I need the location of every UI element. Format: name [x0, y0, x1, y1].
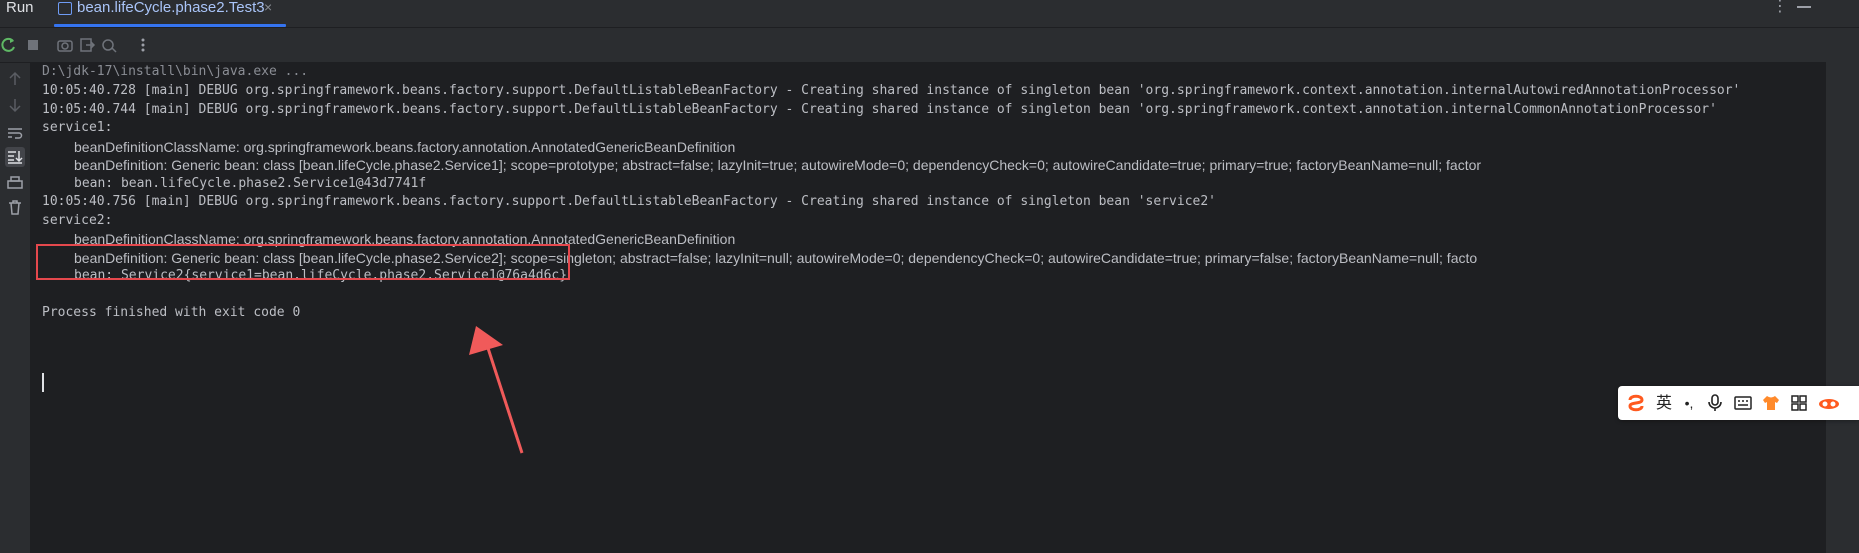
scroll-to-end-icon[interactable]	[5, 147, 25, 167]
run-config-icon	[58, 2, 72, 15]
options-menu-icon[interactable]: ⋮	[1772, 0, 1788, 15]
output-line: service2:	[42, 213, 113, 228]
restart-debug-icon[interactable]	[100, 36, 118, 54]
right-strip	[1826, 28, 1859, 553]
rerun-icon[interactable]	[0, 36, 18, 54]
console-output[interactable]: D:\jdk-17\install\bin\java.exe ... 10:05…	[31, 63, 1826, 553]
keyboard-icon[interactable]	[1732, 392, 1754, 414]
mic-icon[interactable]	[1704, 392, 1726, 414]
screenshot-icon[interactable]	[56, 36, 74, 54]
command-line: D:\jdk-17\install\bin\java.exe ...	[42, 64, 309, 79]
down-arrow-icon[interactable]	[5, 95, 25, 115]
soft-wrap-icon[interactable]	[5, 123, 25, 143]
more-icon[interactable]	[134, 36, 152, 54]
print-icon[interactable]	[5, 173, 25, 193]
grid-icon[interactable]	[1788, 392, 1810, 414]
hide-window-icon[interactable]	[1797, 6, 1811, 8]
exit-status-line: Process finished with exit code 0	[42, 305, 301, 320]
log-line: 10:05:40.756 [main] DEBUG org.springfram…	[42, 194, 1216, 209]
tool-window-header: Run bean.lifeCycle.phase2.Test3 × ⋮	[0, 0, 1859, 28]
run-toolbar	[0, 28, 1826, 63]
language-toggle[interactable]: 英	[1654, 392, 1674, 414]
run-tool-window-title: Run	[6, 0, 34, 16]
punctuation-toggle[interactable]: •,	[1680, 392, 1698, 414]
stop-icon[interactable]	[24, 36, 42, 54]
run-tab-label: bean.lifeCycle.phase2.Test3	[77, 0, 265, 16]
output-line: bean: bean.lifeCycle.phase2.Service1@43d…	[74, 176, 427, 191]
ime-toolbar: 英 •,	[1618, 386, 1859, 420]
goggles-icon[interactable]	[1816, 392, 1842, 414]
output-text: beanDefinitionClassName: org.springframe…	[74, 139, 736, 155]
log-line: 10:05:40.744 [main] DEBUG org.springfram…	[42, 102, 1717, 117]
annotation-highlight-box	[36, 244, 570, 280]
tab-close-button[interactable]: ×	[264, 0, 272, 15]
up-arrow-icon[interactable]	[5, 69, 25, 89]
output-line: beanDefinitionClassName: org.springframe…	[74, 137, 735, 157]
log-line: 10:05:40.728 [main] DEBUG org.springfram…	[42, 83, 1741, 98]
output-text: beanDefinition: Generic bean: class [bea…	[74, 157, 1482, 173]
sogou-logo-icon[interactable]	[1624, 392, 1648, 414]
output-line: beanDefinition: Generic bean: class [bea…	[74, 155, 1481, 175]
text-caret	[42, 373, 44, 392]
output-line: service1:	[42, 120, 113, 135]
trash-icon[interactable]	[5, 197, 25, 217]
console-side-toolbar	[0, 63, 31, 553]
shirt-icon[interactable]	[1760, 392, 1782, 414]
run-tab[interactable]: bean.lifeCycle.phase2.Test3 ×	[54, 0, 286, 27]
exit-icon[interactable]	[78, 36, 96, 54]
tab-active-indicator	[54, 24, 286, 27]
